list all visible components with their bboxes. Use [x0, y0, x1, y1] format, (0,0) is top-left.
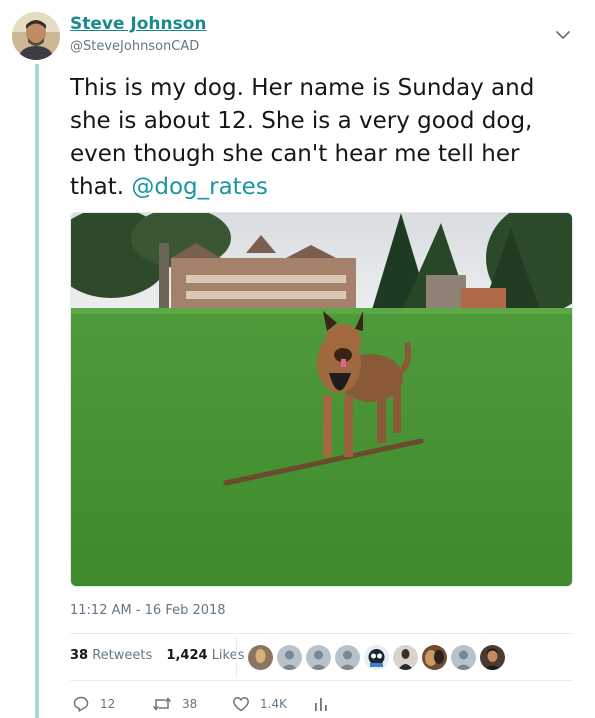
tweet-menu-button[interactable]: [553, 27, 573, 43]
dog-photo-image: [71, 213, 572, 586]
retweet-count: 38: [182, 697, 198, 711]
author-display-name[interactable]: Steve Johnson: [70, 14, 207, 34]
profile-photo-icon: [12, 12, 60, 60]
tweet-photo[interactable]: [70, 212, 573, 587]
liker-avatar[interactable]: [248, 645, 273, 670]
like-button[interactable]: 1.4K: [232, 694, 287, 714]
liker-avatar[interactable]: [422, 645, 447, 670]
heart-icon: [233, 697, 249, 712]
thread-line: [35, 64, 39, 718]
reply-button[interactable]: 12: [72, 694, 115, 714]
retweets-stat[interactable]: 38 Retweets: [70, 648, 152, 663]
divider: [70, 633, 573, 634]
chevron-down-icon: [556, 31, 570, 39]
mention-link[interactable]: @dog_rates: [131, 174, 267, 200]
retweet-icon: [152, 697, 172, 711]
tweet-stats: 38 Retweets 1,424 Likes: [70, 648, 254, 663]
author-handle[interactable]: @SteveJohnsonCAD: [70, 39, 199, 54]
profile-photo-icon: [480, 645, 505, 670]
author-avatar[interactable]: [12, 12, 60, 60]
liker-avatar[interactable]: [393, 645, 418, 670]
profile-photo-icon: [393, 645, 418, 670]
retweets-count: 38: [70, 648, 89, 663]
likes-stat[interactable]: 1,424 Likes: [166, 648, 244, 663]
liker-avatar[interactable]: [306, 645, 331, 670]
analytics-icon: [315, 698, 327, 711]
like-count: 1.4K: [260, 697, 287, 711]
default-avatar-icon: [451, 645, 476, 670]
divider: [70, 680, 573, 681]
tweet-text: This is my dog. Her name is Sunday and s…: [70, 72, 580, 204]
liker-avatar[interactable]: [451, 645, 476, 670]
default-avatar-icon: [277, 645, 302, 670]
profile-photo-icon: [248, 645, 273, 670]
default-avatar-icon: [335, 645, 360, 670]
default-avatar-icon: [306, 645, 331, 670]
cartoon-avatar-icon: [364, 645, 389, 670]
liker-avatar[interactable]: [277, 645, 302, 670]
stats-divider: [236, 636, 237, 678]
liker-avatar[interactable]: [480, 645, 505, 670]
liker-avatar[interactable]: [335, 645, 360, 670]
reply-icon: [73, 696, 89, 712]
retweets-label: Retweets: [92, 648, 153, 663]
reply-count: 12: [100, 697, 116, 711]
analytics-button[interactable]: [313, 694, 339, 714]
likes-count: 1,424: [166, 648, 208, 663]
likes-label: Likes: [211, 648, 245, 663]
liker-avatar[interactable]: [364, 645, 389, 670]
tweet-timestamp[interactable]: 11:12 AM - 16 Feb 2018: [70, 603, 226, 618]
retweet-button[interactable]: 38: [152, 694, 197, 714]
profile-photo-icon: [422, 645, 447, 670]
